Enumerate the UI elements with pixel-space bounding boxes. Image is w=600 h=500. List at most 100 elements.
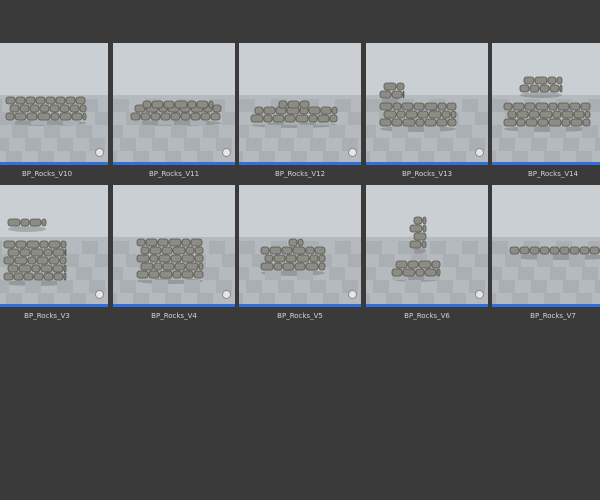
- rock-stone: [35, 96, 46, 105]
- asset-tile-bp-rocks-v7[interactable]: BP_Rocks_V7: [492, 185, 600, 325]
- rock-stone: [5, 112, 15, 121]
- rock-stone: [561, 110, 574, 119]
- rock-stone: [519, 246, 530, 255]
- floor-checker-square: [113, 241, 129, 254]
- rock-stone: [436, 118, 448, 127]
- rock-stone: [45, 96, 56, 105]
- floor-checker-square: [133, 151, 149, 162]
- asset-name-label: BP_Rocks_V13: [401, 170, 453, 178]
- rock-stone: [525, 118, 538, 127]
- rock-stone: [413, 102, 425, 111]
- asset-thumbnail: [239, 43, 361, 165]
- floor-checker-square: [76, 125, 92, 138]
- asset-tile-bp-rocks-v6[interactable]: BP_Rocks_V6: [366, 185, 488, 325]
- rock-shadow: [520, 92, 562, 98]
- rock-stone: [136, 238, 146, 247]
- rock-stone: [160, 112, 171, 121]
- asset-thumbnail: [366, 185, 488, 307]
- asset-name-label: BP_Rocks_V10: [21, 170, 73, 178]
- asset-tile-bp-rocks-v4[interactable]: BP_Rocks_V4: [113, 185, 235, 325]
- floor-checker-square: [113, 293, 117, 304]
- rock-stone: [79, 104, 87, 113]
- floor-checker-square: [450, 151, 466, 162]
- rock-stone: [159, 270, 173, 279]
- floor-checker-square: [512, 151, 528, 162]
- floor-checker-square: [366, 267, 376, 280]
- rock-stone: [392, 102, 402, 111]
- floor-checker-square: [366, 125, 376, 138]
- rock-stone: [557, 102, 570, 111]
- rock-stone: [379, 102, 393, 111]
- floor-checker-square: [569, 254, 585, 267]
- floor-checker-square: [57, 138, 73, 151]
- rock-stone: [516, 110, 529, 119]
- rock-stone: [317, 114, 330, 123]
- asset-tile-bp-rocks-v10[interactable]: BP_Rocks_V10: [0, 43, 108, 183]
- rock-stone: [391, 268, 403, 277]
- rock-stone: [50, 112, 60, 121]
- rock-stone: [14, 256, 28, 265]
- asset-tile-bp-rocks-v14[interactable]: BP_Rocks_V14: [492, 43, 600, 183]
- rock-stone: [212, 104, 222, 113]
- floor-checker-square: [0, 138, 9, 151]
- rock-stone: [422, 216, 427, 225]
- rock-stone: [528, 110, 540, 119]
- rock-stone: [297, 238, 304, 247]
- rock-stone: [396, 110, 406, 119]
- content-browser-asset-grid: BP_Rocks_V10 BP_Rocks_V11 BP_Rocks_V12 B…: [0, 0, 600, 500]
- floor-checker-square: [518, 125, 534, 138]
- rock-stone: [161, 246, 173, 255]
- asset-tile-bp-rocks-v12[interactable]: BP_Rocks_V12: [239, 43, 361, 183]
- floor-checker-square: [95, 112, 108, 125]
- rock-stone: [190, 112, 201, 121]
- rock-stone: [25, 96, 36, 105]
- floor-checker-square: [323, 293, 339, 304]
- rock-stone: [260, 246, 270, 255]
- asset-name-label: BP_Rocks_V14: [527, 170, 579, 178]
- rock-stone: [254, 106, 264, 115]
- asset-thumbnail: [0, 185, 108, 307]
- rock-stone: [7, 248, 20, 257]
- rock-stone: [43, 272, 54, 281]
- floor-checker-square: [379, 254, 395, 267]
- floor-checker-square: [239, 151, 243, 162]
- asset-tile-bp-rocks-v11[interactable]: BP_Rocks_V11: [113, 43, 235, 183]
- asset-tile-bp-rocks-v13[interactable]: BP_Rocks_V13: [366, 43, 488, 183]
- rock-stone: [250, 114, 264, 123]
- floor-checker-square: [456, 267, 472, 280]
- rock-stone: [308, 106, 321, 115]
- floor-checker-square: [76, 267, 92, 280]
- rock-stone: [559, 246, 570, 255]
- rock-stone: [548, 102, 558, 111]
- rock-stone: [185, 262, 199, 271]
- rock-stone: [37, 112, 51, 121]
- rock-stone: [3, 272, 14, 281]
- floor-checker-square: [152, 280, 168, 293]
- asset-tile-bp-rocks-v3[interactable]: BP_Rocks_V3: [0, 185, 108, 325]
- floor-checker-square: [82, 241, 98, 254]
- floor-checker-square: [0, 99, 2, 112]
- asset-name-label: BP_Rocks_V4: [151, 312, 197, 320]
- rock-stone: [30, 248, 44, 257]
- status-dot-icon: [95, 290, 104, 299]
- rock-stone: [23, 272, 34, 281]
- rock-stone: [273, 262, 283, 271]
- asset-thumbnail: [492, 185, 600, 307]
- floor-checker-square: [576, 293, 592, 304]
- rock-stone: [187, 100, 197, 109]
- rock-stone: [140, 246, 150, 255]
- rock-stone: [194, 246, 204, 255]
- rock-shadow: [504, 126, 590, 132]
- asset-tile-bp-rocks-v5[interactable]: BP_Rocks_V5: [239, 185, 361, 325]
- floor-checker-square: [544, 293, 560, 304]
- rock-stone: [391, 118, 403, 127]
- floor-checker-square: [462, 99, 478, 112]
- rock-stone: [15, 96, 26, 105]
- rock-stone: [318, 254, 326, 263]
- status-dot-icon: [475, 148, 484, 157]
- floor-checker-square: [259, 151, 275, 162]
- rock-stone: [523, 76, 535, 85]
- rock-stone: [292, 246, 306, 255]
- rock-stone: [580, 102, 591, 111]
- floor-checker-square: [595, 138, 600, 151]
